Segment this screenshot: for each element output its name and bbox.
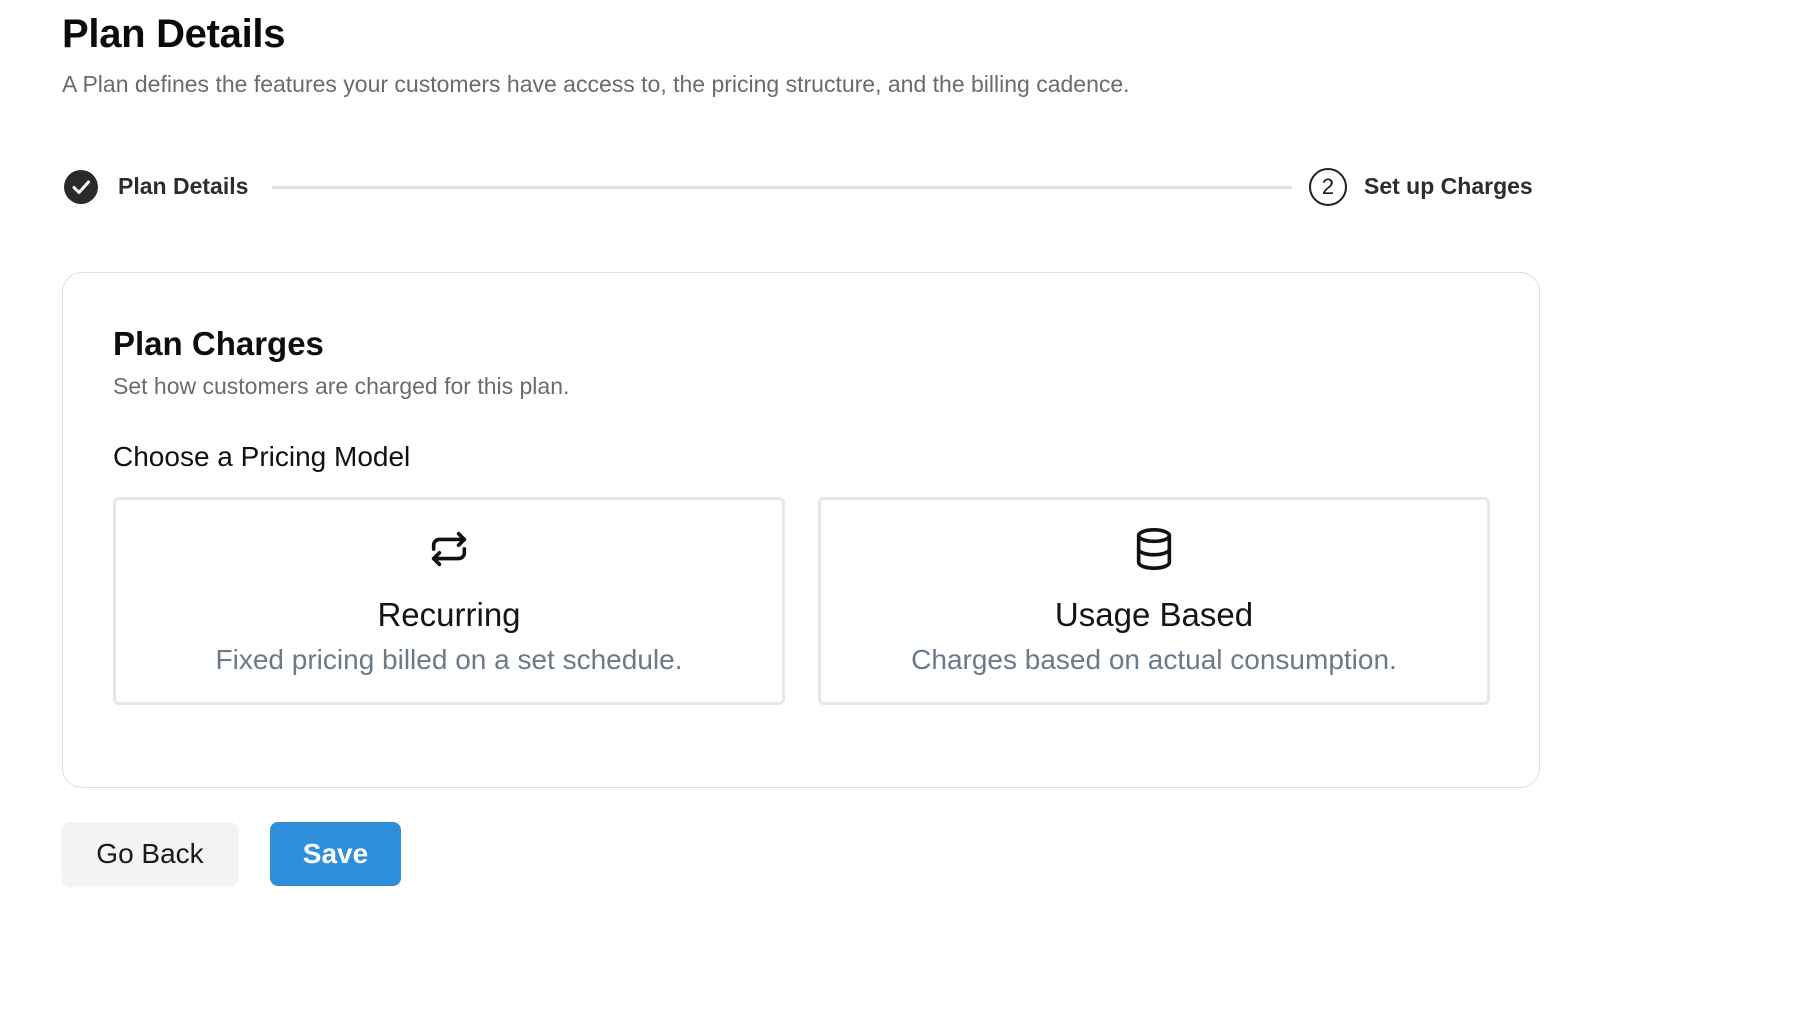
step-number-badge: 2 (1309, 168, 1347, 206)
repeat-icon (426, 526, 472, 572)
option-title: Recurring (377, 596, 521, 633)
stepper-connector (272, 186, 1292, 189)
plan-charges-title: Plan Charges (113, 325, 324, 362)
database-icon (1131, 526, 1177, 572)
option-title: Usage Based (1054, 596, 1254, 633)
option-description: Fixed pricing billed on a set schedule. (215, 644, 683, 675)
page-subtitle: A Plan defines the features your custome… (62, 71, 1130, 97)
stepper: Plan Details 2 Set up Charges (62, 166, 1542, 208)
plan-charges-subtitle: Set how customers are charged for this p… (113, 373, 570, 399)
option-description: Charges based on actual consumption. (911, 644, 1397, 675)
save-button[interactable]: Save (270, 822, 401, 886)
go-back-button[interactable]: Go Back (62, 822, 238, 886)
pricing-option-recurring[interactable]: Recurring Fixed pricing billed on a set … (113, 497, 785, 705)
pricing-model-label: Choose a Pricing Model (113, 441, 411, 472)
step-set-up-charges-label: Set up Charges (1364, 173, 1533, 199)
check-circle-icon (64, 170, 98, 204)
pricing-option-usage-based[interactable]: Usage Based Charges based on actual cons… (818, 497, 1490, 705)
page-title: Plan Details (62, 12, 286, 56)
step-plan-details-label: Plan Details (118, 173, 249, 199)
plan-charges-card: Plan Charges Set how customers are charg… (62, 272, 1540, 788)
